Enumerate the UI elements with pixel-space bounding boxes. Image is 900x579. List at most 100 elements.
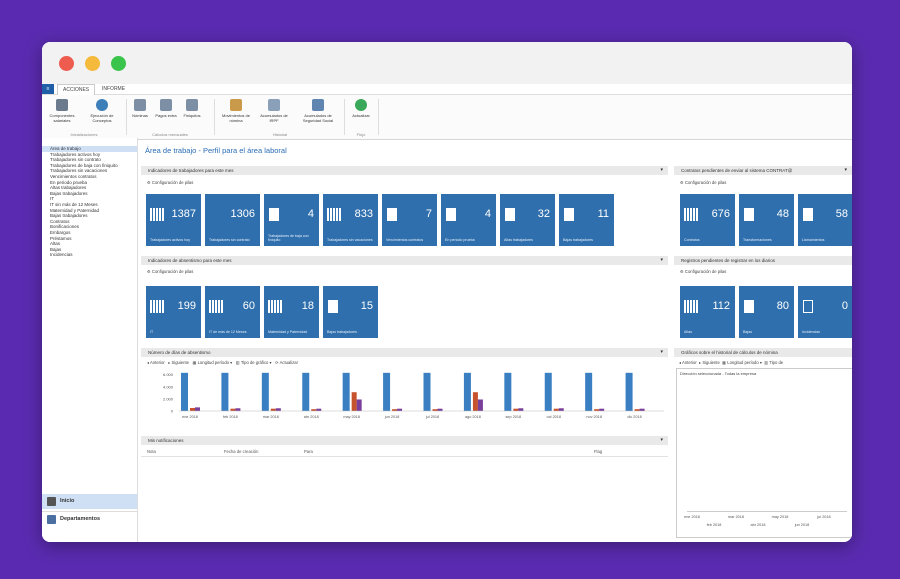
file-menu-button[interactable]: ≡ — [42, 84, 54, 94]
bar-series-c[interactable] — [316, 408, 322, 411]
componentes-salariales-button[interactable]: Componentes salariales — [44, 99, 80, 123]
collapse-icon[interactable]: ▾ — [844, 166, 847, 175]
tipo-grafico-button[interactable]: ▥ Tipo de gráfico ▾ — [236, 360, 272, 365]
kpi-tile[interactable]: 32 Altas trabajadores — [500, 194, 555, 246]
section-header-notificaciones[interactable]: Mis notificaciones ▾ — [141, 436, 668, 445]
column-header-flag[interactable]: Flag — [594, 449, 602, 454]
siguiente-button[interactable]: ▸ Siguiente — [168, 360, 189, 365]
acumulados-seguridad-social-button[interactable]: Acumulados de Seguridad Social — [296, 99, 340, 123]
bar-series-c[interactable] — [599, 408, 605, 411]
sidebar-nav-departamentos[interactable]: Departamentos — [42, 511, 137, 526]
kpi-tile[interactable]: 4 Trabajadores de baja con finiquito — [264, 194, 319, 246]
bar-series-b[interactable] — [594, 409, 600, 411]
bar-series-c[interactable] — [437, 408, 443, 411]
bar-series-a[interactable] — [342, 372, 350, 411]
bar-series-b[interactable] — [432, 409, 438, 411]
bar-series-a[interactable] — [261, 372, 269, 411]
siguiente-button[interactable]: ▸ Siguiente — [699, 360, 720, 365]
kpi-tile[interactable]: 0 Incidencias — [798, 286, 852, 338]
section-header-indicadores-trabajadores[interactable]: Indicadores de trabajadores para este me… — [141, 166, 668, 175]
bar-series-c[interactable] — [518, 408, 524, 411]
sidebar-nav-inicio[interactable]: Inicio — [42, 494, 137, 509]
kpi-tile[interactable]: 199 IT — [146, 286, 201, 338]
bar-series-b[interactable] — [392, 409, 398, 411]
tipo-grafico-button[interactable]: ▥ Tipo de — [764, 360, 783, 365]
longitud-periodo-button[interactable]: ▦ Longitud período ▾ — [192, 360, 232, 365]
bar-series-a[interactable] — [625, 372, 633, 411]
kpi-tile[interactable]: 80 Bajas — [739, 286, 794, 338]
column-header-nota[interactable]: Nota — [147, 449, 156, 454]
bar-series-b[interactable] — [190, 407, 195, 411]
minimize-window-button[interactable] — [85, 56, 100, 71]
kpi-tile[interactable]: 18 Maternidad y Paternidad — [264, 286, 319, 338]
longitud-periodo-button[interactable]: ▦ Longitud período ▾ — [722, 360, 762, 365]
config-pilas-link[interactable]: ⚙ Configuración de pilas — [680, 269, 726, 274]
section-header-graficos-historial[interactable]: Gráficos sobre el historial de cálculos … — [674, 348, 852, 357]
section-header-contratos-pendientes[interactable]: Contratos pendientes de enviar al sistem… — [674, 166, 852, 175]
collapse-icon[interactable]: ▾ — [660, 348, 663, 357]
collapse-icon[interactable]: ▾ — [660, 166, 663, 175]
bar-series-c[interactable] — [558, 408, 564, 411]
bar-series-a[interactable] — [221, 372, 229, 411]
bar-series-c[interactable] — [235, 408, 241, 411]
bar-series-a[interactable] — [181, 372, 188, 411]
bar-series-b[interactable] — [634, 409, 640, 411]
kpi-tile[interactable]: 60 IT de más de 12 Meses — [205, 286, 260, 338]
tab-acciones[interactable]: ACCIONES — [57, 84, 96, 95]
kpi-tile[interactable]: 15 Bajas trabajadores — [323, 286, 378, 338]
bar-series-b[interactable] — [311, 409, 317, 411]
config-pilas-link[interactable]: ⚙ Configuración de pilas — [680, 180, 726, 185]
bar-series-b[interactable] — [553, 408, 559, 411]
kpi-tile[interactable]: 1306 Trabajadores sin contrato — [205, 194, 260, 246]
kpi-tile[interactable]: 58 Llamamientos — [798, 194, 852, 246]
bar-series-c[interactable] — [397, 408, 403, 411]
bar-series-c[interactable] — [275, 408, 281, 411]
kpi-tile[interactable]: 11 Bajas trabajadores — [559, 194, 614, 246]
kpi-tile[interactable]: 4 En periodo prueba — [441, 194, 496, 246]
bar-series-c[interactable] — [356, 399, 362, 411]
bar-series-c[interactable] — [195, 407, 200, 411]
config-pilas-link[interactable]: ⚙ Configuración de pilas — [147, 269, 193, 274]
nominas-button[interactable]: Nóminas — [128, 99, 152, 118]
column-header-para[interactable]: Para — [304, 449, 313, 454]
bar-series-b[interactable] — [230, 408, 236, 411]
section-header-registros-pendientes[interactable]: Registros pendientes de registrar en los… — [674, 256, 852, 265]
actualizar-button[interactable]: Actualizar — [346, 99, 376, 118]
bar-series-a[interactable] — [423, 372, 431, 411]
acumulados-irpf-button[interactable]: Acumulados de IRPF — [256, 99, 292, 123]
bar-series-a[interactable] — [302, 372, 310, 411]
section-header-dias-absentismo[interactable]: Número de días de absentismo ▾ — [141, 348, 668, 357]
sidebar-item[interactable]: Incidencias — [42, 252, 137, 258]
kpi-tile[interactable]: 676 Contratos — [680, 194, 735, 246]
collapse-icon[interactable]: ▾ — [660, 256, 663, 265]
bar-series-b[interactable] — [513, 408, 519, 411]
bar-series-c[interactable] — [639, 408, 645, 411]
close-window-button[interactable] — [59, 56, 74, 71]
config-pilas-link[interactable]: ⚙ Configuración de pilas — [147, 180, 193, 185]
maximize-window-button[interactable] — [111, 56, 126, 71]
finiquitos-button[interactable]: Finiquitos — [180, 99, 204, 118]
bar-series-c[interactable] — [477, 399, 483, 411]
tab-informe[interactable]: INFORME — [97, 84, 130, 94]
actualizar-chart-button[interactable]: ⟳ Actualizar — [275, 360, 298, 365]
collapse-icon[interactable]: ▾ — [660, 436, 663, 445]
bar-series-a[interactable] — [544, 372, 552, 411]
anterior-button[interactable]: ◂ Anterior — [147, 360, 165, 365]
bar-series-b[interactable] — [351, 392, 357, 411]
kpi-tile[interactable]: 7 Vencimientos contratos — [382, 194, 437, 246]
section-header-indicadores-absentismo[interactable]: Indicadores de absentismo para este mes ▾ — [141, 256, 668, 265]
pagos-extra-button[interactable]: Pagos extra — [154, 99, 178, 118]
bar-series-a[interactable] — [504, 372, 512, 411]
bar-series-a[interactable] — [463, 372, 471, 411]
kpi-tile[interactable]: 112 Altas — [680, 286, 735, 338]
kpi-tile[interactable]: 833 Trabajadores sin vacaciones — [323, 194, 378, 246]
kpi-tile[interactable]: 1387 Trabajadores activos hoy — [146, 194, 201, 246]
ejecucion-conceptos-button[interactable]: Ejecución de Conceptos — [84, 99, 120, 123]
kpi-tile[interactable]: 48 Transformaciones — [739, 194, 794, 246]
anterior-button[interactable]: ◂ Anterior — [679, 360, 697, 365]
bar-series-b[interactable] — [270, 408, 276, 411]
bar-series-b[interactable] — [472, 392, 478, 411]
movimientos-nomina-button[interactable]: Movimientos de nómina — [218, 99, 254, 123]
bar-series-a[interactable] — [383, 372, 391, 411]
bar-series-a[interactable] — [585, 372, 593, 411]
